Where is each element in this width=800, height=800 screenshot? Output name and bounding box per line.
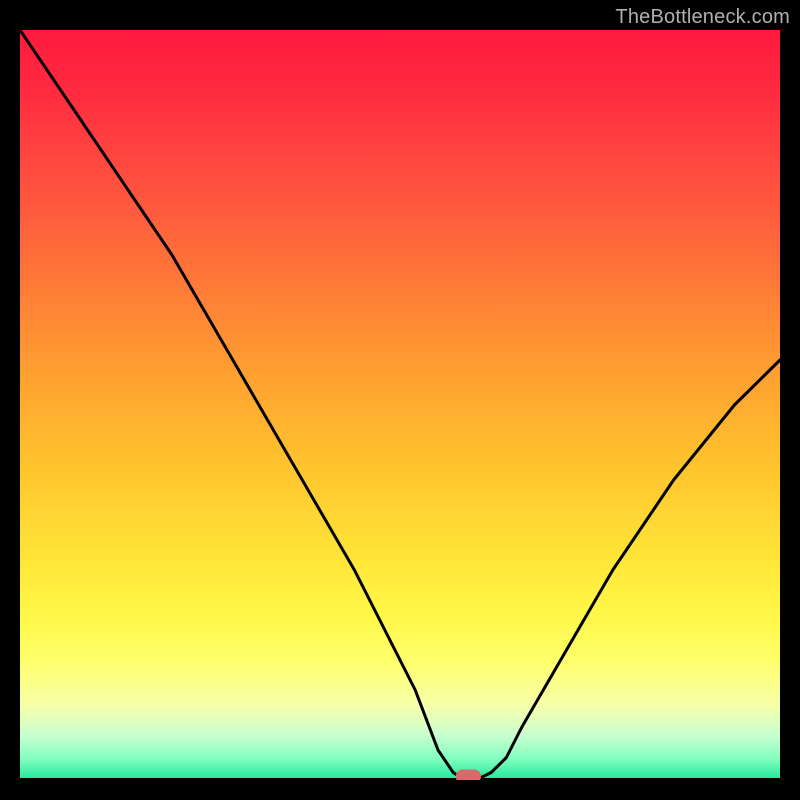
chart-frame: TheBottleneck.com [0,0,800,800]
plot-svg [20,30,780,780]
optimal-marker [456,770,480,780]
bottleneck-curve [20,30,780,780]
watermark-text: TheBottleneck.com [615,6,790,29]
plot-area [20,30,780,780]
